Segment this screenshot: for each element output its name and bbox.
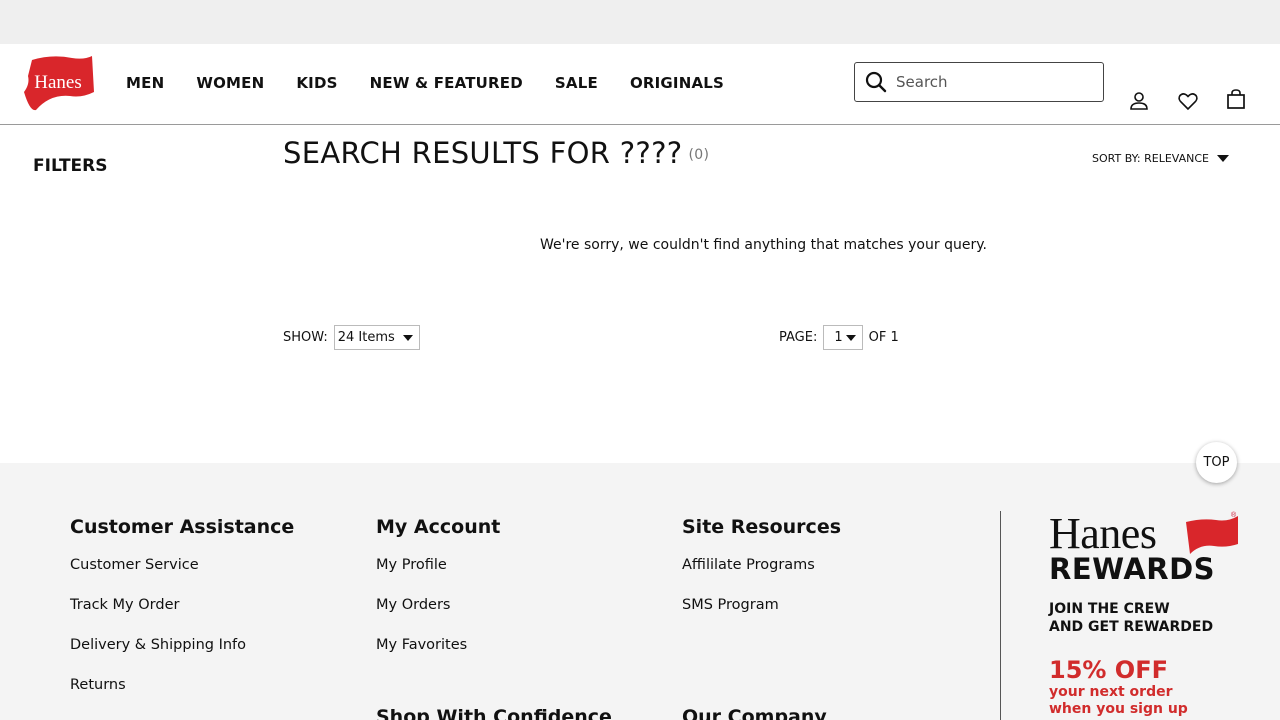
footer-link-sms-program[interactable]: SMS Program bbox=[682, 597, 841, 637]
heart-icon[interactable] bbox=[1177, 90, 1199, 112]
items-per-page-select[interactable]: 24 Items bbox=[333, 325, 420, 350]
footer-col-site-resources: Site Resources Affililate Programs SMS P… bbox=[682, 516, 841, 637]
page-select[interactable]: 1 bbox=[823, 325, 863, 350]
rewards-offer: 15% OFF bbox=[1049, 656, 1168, 684]
search-input[interactable] bbox=[896, 73, 1086, 91]
no-results-message: We're sorry, we couldn't find anything t… bbox=[540, 237, 987, 253]
hanes-logo[interactable]: Hanes bbox=[22, 52, 96, 116]
search-icon[interactable] bbox=[864, 70, 888, 94]
rewards-join-line-1: JOIN THE CREW bbox=[1049, 601, 1170, 617]
hanes-flag-icon bbox=[1186, 516, 1238, 554]
footer-link-returns[interactable]: Returns bbox=[70, 677, 294, 717]
nav-women[interactable]: WOMEN bbox=[196, 74, 264, 92]
rewards-offer-line-2: when you sign up bbox=[1049, 701, 1188, 717]
page-label: PAGE: bbox=[779, 330, 818, 345]
show-label: SHOW: bbox=[283, 330, 328, 345]
footer-heading-our-company: Our Company bbox=[682, 706, 827, 720]
footer-link-my-orders[interactable]: My Orders bbox=[376, 597, 500, 637]
page-title: SEARCH RESULTS FOR ???? (0) bbox=[283, 136, 709, 170]
search-results-heading: SEARCH RESULTS FOR ???? bbox=[283, 136, 683, 170]
rewards-offer-line-1: your next order bbox=[1049, 684, 1173, 700]
caret-down-icon bbox=[845, 334, 856, 341]
pagination-control: PAGE: 1 OF 1 bbox=[779, 325, 899, 350]
nav-sale[interactable]: SALE bbox=[555, 74, 598, 92]
nav-men[interactable]: MEN bbox=[126, 74, 164, 92]
site-header: Hanes MEN WOMEN KIDS NEW & FEATURED SALE… bbox=[0, 44, 1280, 125]
page-total: OF 1 bbox=[868, 330, 899, 345]
footer-divider bbox=[1000, 511, 1001, 720]
sort-label: SORT BY: RELEVANCE bbox=[1092, 152, 1209, 165]
rewards-program-name: REWARDS bbox=[1049, 552, 1216, 586]
rewards-join-line-2: AND GET REWARDED bbox=[1049, 619, 1214, 635]
promo-bar bbox=[0, 0, 1280, 44]
footer-link-track-order[interactable]: Track My Order bbox=[70, 597, 294, 637]
caret-down-icon bbox=[402, 334, 413, 341]
footer-heading-shop-with-confidence: Shop With Confidence bbox=[376, 706, 612, 720]
registered-mark-icon: ® bbox=[1231, 512, 1237, 519]
footer-col-my-account: My Account My Profile My Orders My Favor… bbox=[376, 516, 500, 677]
hanes-flag-logo-icon: Hanes bbox=[24, 56, 94, 111]
hanes-rewards-promo[interactable]: Hanes ® REWARDS JOIN THE CREW AND GET RE… bbox=[1049, 512, 1249, 718]
filters-heading: FILTERS bbox=[33, 156, 108, 176]
results-count: (0) bbox=[688, 147, 710, 163]
footer-heading: Site Resources bbox=[682, 516, 842, 538]
nav-kids[interactable]: KIDS bbox=[296, 74, 337, 92]
footer-heading: Customer Assistance bbox=[70, 516, 295, 538]
footer-heading: My Account bbox=[376, 516, 501, 538]
bag-icon[interactable] bbox=[1225, 88, 1247, 110]
footer-link-my-profile[interactable]: My Profile bbox=[376, 557, 500, 597]
main-nav: MEN WOMEN KIDS NEW & FEATURED SALE ORIGI… bbox=[126, 74, 756, 92]
footer-link-affiliate-programs[interactable]: Affililate Programs bbox=[682, 557, 841, 597]
sort-dropdown[interactable]: SORT BY: RELEVANCE bbox=[1092, 152, 1229, 165]
back-to-top-button[interactable]: TOP bbox=[1196, 442, 1237, 483]
footer-col-customer-assistance: Customer Assistance Customer Service Tra… bbox=[70, 516, 294, 717]
footer-link-delivery-shipping[interactable]: Delivery & Shipping Info bbox=[70, 637, 294, 677]
show-control: SHOW: 24 Items bbox=[283, 325, 420, 350]
nav-new-featured[interactable]: NEW & FEATURED bbox=[370, 74, 523, 92]
search-box bbox=[854, 62, 1104, 102]
account-icon[interactable] bbox=[1128, 90, 1150, 112]
footer-link-my-favorites[interactable]: My Favorites bbox=[376, 637, 500, 677]
nav-originals[interactable]: ORIGINALS bbox=[630, 74, 724, 92]
caret-down-icon bbox=[1216, 154, 1229, 162]
footer-link-customer-service[interactable]: Customer Service bbox=[70, 557, 294, 597]
page-value: 1 bbox=[834, 330, 843, 345]
items-per-page-value: 24 Items bbox=[337, 330, 395, 345]
svg-text:Hanes: Hanes bbox=[34, 72, 81, 93]
